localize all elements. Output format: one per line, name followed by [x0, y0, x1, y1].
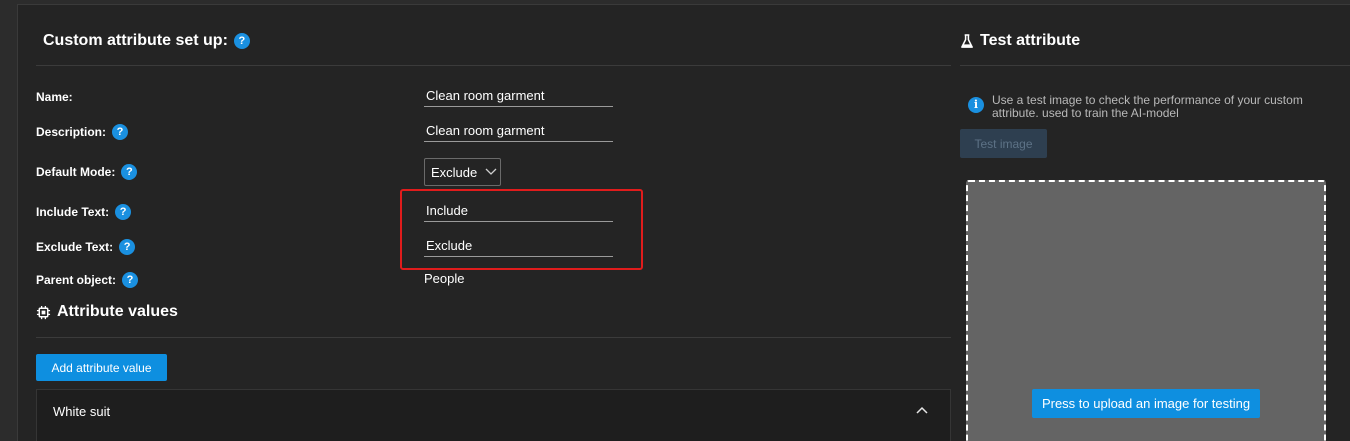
parent-object-value: People — [424, 271, 465, 286]
setup-title: Custom attribute set up: — [43, 32, 228, 49]
attribute-values-title: Attribute values — [57, 303, 178, 320]
name-label: Name: — [36, 90, 73, 104]
chevron-up-icon[interactable] — [916, 406, 928, 414]
help-icon[interactable]: ? — [122, 272, 139, 288]
test-image-button[interactable]: Test image — [960, 129, 1047, 158]
parent-object-label: Parent object: — [36, 273, 117, 287]
setup-title-row: Custom attribute set up: ? — [43, 32, 250, 50]
name-label-row: Name: — [36, 87, 73, 107]
help-icon[interactable]: ? — [115, 204, 132, 220]
attribute-value-item[interactable]: White suit — [36, 389, 951, 441]
include-text-label: Include Text: — [36, 205, 110, 219]
help-icon[interactable]: ? — [121, 164, 138, 180]
default-mode-select[interactable]: Exclude — [424, 158, 501, 186]
include-text-label-row: Include Text: ? — [36, 202, 132, 222]
description-label-row: Description: ? — [36, 122, 129, 142]
help-icon[interactable]: ? — [112, 124, 129, 140]
attribute-values-title-row: Attribute values — [36, 303, 178, 321]
attribute-values-divider — [36, 337, 951, 338]
exclude-text-label: Exclude Text: — [36, 240, 114, 254]
help-icon[interactable]: ? — [233, 33, 250, 49]
test-info-text: Use a test image to check the performanc… — [992, 93, 1303, 120]
name-input[interactable]: Clean room garment — [424, 87, 613, 107]
flask-icon — [961, 33, 973, 48]
chevron-down-icon — [485, 168, 497, 175]
chip-icon — [36, 305, 51, 319]
test-info: i Use a test image to check the performa… — [968, 94, 1350, 120]
default-mode-value: Exclude — [431, 164, 478, 180]
attribute-value-label: White suit — [53, 404, 111, 419]
add-attribute-value-button[interactable]: Add attribute value — [36, 354, 167, 381]
info-icon: i — [968, 97, 984, 113]
default-mode-label: Default Mode: — [36, 165, 116, 179]
parent-object-label-row: Parent object: ? — [36, 270, 139, 290]
setup-divider — [36, 65, 951, 66]
test-divider — [960, 65, 1350, 66]
help-icon[interactable]: ? — [119, 239, 136, 255]
highlight-box — [400, 189, 643, 270]
test-title-row: Test attribute — [960, 32, 1080, 50]
test-title: Test attribute — [980, 32, 1081, 49]
description-input[interactable]: Clean room garment — [424, 122, 613, 142]
description-label: Description: — [36, 125, 107, 139]
default-mode-label-row: Default Mode: ? — [36, 162, 138, 182]
exclude-text-label-row: Exclude Text: ? — [36, 237, 136, 257]
upload-image-button[interactable]: Press to upload an image for testing — [1032, 389, 1260, 418]
